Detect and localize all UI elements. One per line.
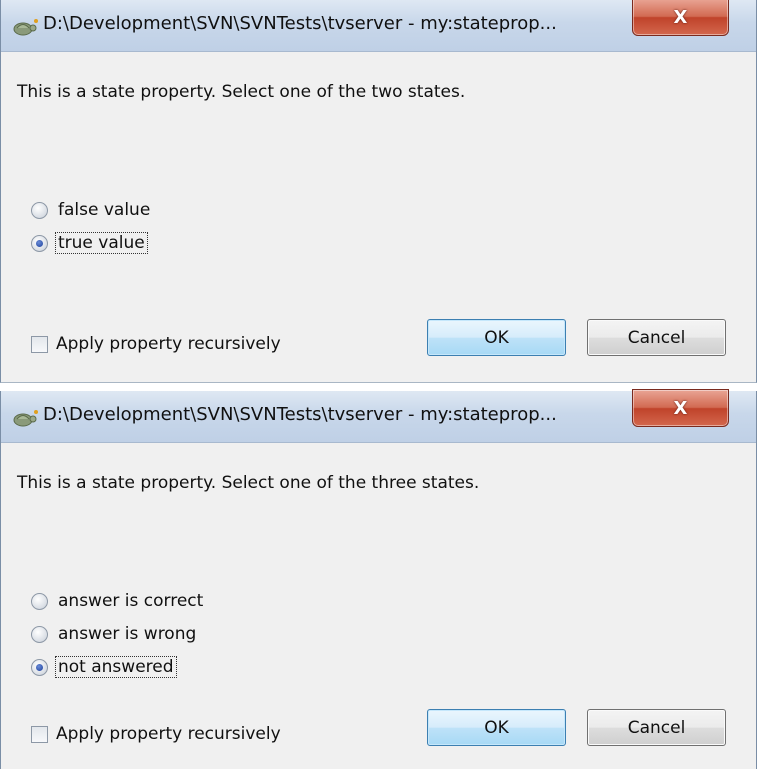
tortoisesvn-icon <box>13 410 38 427</box>
apply-recursively-checkbox[interactable] <box>31 725 48 743</box>
ok-button[interactable]: OK <box>427 319 566 356</box>
radio-button[interactable] <box>31 625 48 643</box>
apply-recursively-checkbox[interactable] <box>31 335 48 353</box>
close-button[interactable]: X <box>632 389 729 427</box>
close-icon: X <box>673 397 688 419</box>
cancel-button[interactable]: Cancel <box>587 709 726 746</box>
window-title: D:\Development\SVN\SVNTests\tvserver - m… <box>43 13 557 34</box>
radio-option-answer-is-wrong[interactable]: answer is wrong <box>31 624 198 644</box>
state-property-dialog-three-states: D:\Development\SVN\SVNTests\tvserver - m… <box>0 389 757 769</box>
ok-button[interactable]: OK <box>427 709 566 746</box>
title-bar[interactable]: D:\Development\SVN\SVNTests\tvserver - m… <box>1 389 756 443</box>
radio-button[interactable] <box>31 592 48 610</box>
close-button[interactable]: X <box>632 0 729 36</box>
radio-button-selected[interactable] <box>31 234 48 252</box>
apply-recursively-checkbox-row[interactable]: Apply property recursively <box>31 724 281 744</box>
radio-label: answer is correct <box>58 591 204 611</box>
cancel-button[interactable]: Cancel <box>587 319 726 356</box>
radio-label: not answered <box>55 656 177 678</box>
radio-label: false value <box>58 200 151 220</box>
radio-label: answer is wrong <box>58 624 197 644</box>
dialog-message: This is a state property. Select one of … <box>17 473 480 493</box>
dialog-body: This is a state property. Select one of … <box>1 52 756 382</box>
state-property-dialog-two-states: D:\Development\SVN\SVNTests\tvserver - m… <box>0 0 757 383</box>
apply-recursively-label: Apply property recursively <box>56 334 281 354</box>
radio-button[interactable] <box>31 201 48 219</box>
radio-button-selected[interactable] <box>31 658 48 676</box>
window-title: D:\Development\SVN\SVNTests\tvserver - m… <box>43 404 557 425</box>
apply-recursively-label: Apply property recursively <box>56 724 281 744</box>
close-icon: X <box>673 6 688 28</box>
radio-label: true value <box>55 232 148 254</box>
apply-recursively-checkbox-row[interactable]: Apply property recursively <box>31 334 281 354</box>
radio-option-answer-is-correct[interactable]: answer is correct <box>31 591 205 611</box>
radio-option-true-value[interactable]: true value <box>31 232 148 254</box>
radio-option-not-answered[interactable]: not answered <box>31 656 177 678</box>
title-bar[interactable]: D:\Development\SVN\SVNTests\tvserver - m… <box>1 0 756 52</box>
radio-option-false-value[interactable]: false value <box>31 200 152 220</box>
tortoisesvn-icon <box>13 19 38 36</box>
dialog-message: This is a state property. Select one of … <box>17 82 466 102</box>
dialog-body: This is a state property. Select one of … <box>1 443 756 769</box>
